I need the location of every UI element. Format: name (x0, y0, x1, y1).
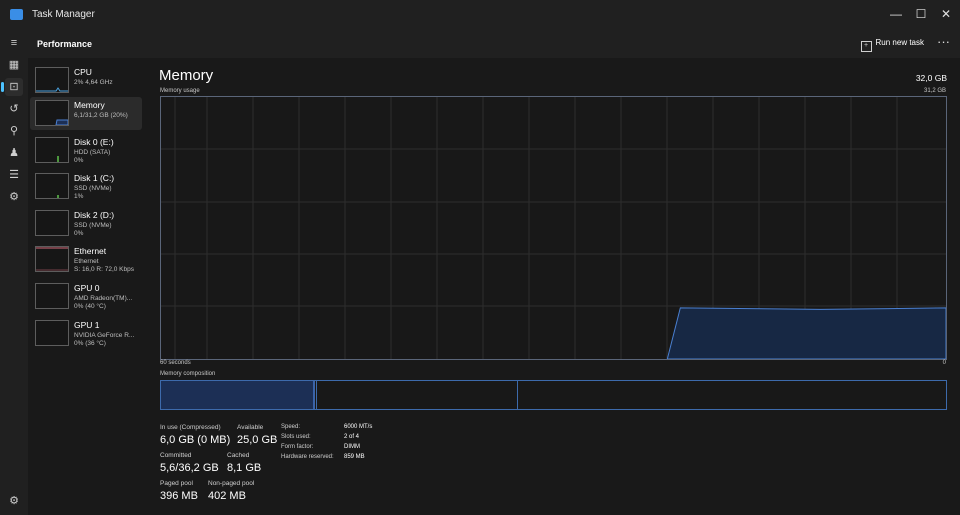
device-detail: 2% 4,64 GHz (74, 79, 113, 86)
more-options-button[interactable]: ··· (937, 34, 950, 49)
memory-composition-label: Memory composition (160, 371, 216, 377)
composition-divider (316, 381, 317, 409)
device-usage: 0% (36 °C) (74, 340, 106, 347)
memory-usage-label: Memory usage (160, 88, 200, 94)
available-label: Available (237, 424, 264, 431)
device-detail: HDD (SATA) (74, 149, 111, 156)
device-name: GPU 1 (74, 320, 100, 330)
device-usage: 1% (74, 193, 84, 200)
hamburger-icon[interactable]: ≡ (5, 34, 23, 52)
speed-label: Speed: (281, 424, 301, 430)
startup-apps-icon[interactable]: ⚲ (5, 122, 23, 140)
form-factor-label: Form factor: (281, 444, 314, 450)
paged-pool-value: 396 MB (160, 490, 198, 502)
device-usage: 0% (40 °C) (74, 303, 106, 310)
device-memory[interactable]: Memory 6,1/31,2 GB (20%) (30, 97, 142, 130)
device-name: Disk 1 (C:) (74, 173, 115, 183)
paged-pool-label: Paged pool (160, 480, 193, 487)
speed-value: 6000 MT/s (344, 424, 373, 430)
maximize-button[interactable]: ☐ (907, 3, 935, 25)
memory-thumbnail-graph (35, 100, 69, 126)
device-usage: 0% (74, 230, 84, 237)
run-new-task-button[interactable]: + Run new task (860, 38, 924, 52)
disk1-thumbnail-graph (35, 173, 69, 199)
performance-content: CPU 2% 4,64 GHz Memory 6,1/31,2 GB (20%)… (28, 58, 960, 515)
memory-usage-graph-svg (161, 97, 947, 360)
disk2-thumbnail-graph (35, 210, 69, 236)
form-factor-value: DIMM (344, 444, 360, 450)
performance-icon[interactable]: ⊡ (1, 78, 23, 96)
device-detail: Ethernet (74, 258, 99, 265)
device-disk-0[interactable]: Disk 0 (E:) HDD (SATA) 0% (30, 134, 142, 167)
device-cpu[interactable]: CPU 2% 4,64 GHz (30, 64, 142, 97)
memory-total: 32,0 GB (915, 73, 947, 83)
device-disk-1[interactable]: Disk 1 (C:) SSD (NVMe) 1% (30, 170, 142, 203)
committed-label: Committed (160, 452, 192, 459)
run-task-icon: + (860, 41, 872, 52)
hardware-reserved-label: Hardware reserved: (281, 454, 334, 460)
device-name: GPU 0 (74, 283, 100, 293)
device-name: Disk 2 (D:) (74, 210, 115, 220)
app-history-icon[interactable]: ↺ (5, 100, 23, 118)
task-manager-app-icon (10, 9, 23, 20)
services-icon[interactable]: ⚙ (5, 188, 23, 206)
non-paged-pool-label: Non-paged pool (208, 480, 255, 487)
device-usage: 0% (74, 157, 84, 164)
gpu0-thumbnail-graph (35, 283, 69, 309)
cpu-thumbnail-graph (35, 67, 69, 93)
in-use-value: 6,0 GB (0 MB) (160, 434, 231, 446)
memory-usage-max: 31,2 GB (923, 88, 946, 94)
cached-value: 8,1 GB (227, 462, 262, 474)
title-bar: Task Manager — ☐ ✕ (0, 0, 960, 30)
ethernet-thumbnail-graph (35, 246, 69, 272)
minimize-button[interactable]: — (882, 3, 910, 25)
close-button[interactable]: ✕ (932, 3, 960, 25)
graph-axis-right: 0 (942, 360, 946, 366)
device-disk-2[interactable]: Disk 2 (D:) SSD (NVMe) 0% (30, 207, 142, 240)
composition-modified (313, 381, 315, 409)
in-use-label: In use (Compressed) (160, 424, 221, 431)
device-gpu-0[interactable]: GPU 0 AMD Radeon(TM)... 0% (40 °C) (30, 280, 142, 313)
window-title: Task Manager (32, 9, 95, 20)
available-value: 25,0 GB (237, 434, 278, 446)
device-name: Ethernet (74, 246, 107, 256)
device-detail: SSD (NVMe) (74, 222, 112, 229)
disk0-thumbnail-graph (35, 137, 69, 163)
page-title: Performance (37, 39, 93, 49)
hardware-reserved-value: 859 MB (344, 454, 365, 460)
device-gpu-1[interactable]: GPU 1 NVIDIA GeForce R... 0% (36 °C) (30, 317, 142, 350)
cached-label: Cached (227, 452, 250, 459)
device-detail: AMD Radeon(TM)... (74, 295, 133, 302)
graph-axis-left: 60 seconds (160, 360, 191, 366)
device-detail: NVIDIA GeForce R... (74, 332, 135, 339)
memory-usage-area (666, 307, 947, 360)
gpu1-thumbnail-graph (35, 320, 69, 346)
device-detail: SSD (NVMe) (74, 185, 112, 192)
memory-title: Memory (159, 67, 214, 84)
device-usage: S: 16,0 R: 72,0 Kbps (74, 266, 134, 273)
device-name: Disk 0 (E:) (74, 137, 114, 147)
device-ethernet[interactable]: Ethernet Ethernet S: 16,0 R: 72,0 Kbps (30, 243, 142, 276)
composition-standby-divider (517, 381, 518, 409)
non-paged-pool-value: 402 MB (208, 490, 246, 502)
slots-used-label: Slots used: (281, 434, 311, 440)
slots-used-value: 2 of 4 (344, 434, 360, 440)
committed-value: 5,6/36,2 GB (160, 462, 219, 474)
memory-usage-graph (160, 96, 947, 360)
device-name: Memory (74, 100, 105, 110)
settings-icon[interactable]: ⚙ (5, 492, 23, 510)
page-header: Performance + Run new task ··· (28, 30, 960, 58)
processes-icon[interactable]: ▦ (5, 56, 23, 74)
composition-in-use (161, 381, 313, 409)
run-new-task-label: Run new task (875, 38, 924, 47)
device-detail: 6,1/31,2 GB (20%) (74, 112, 128, 119)
details-icon[interactable]: ☰ (5, 166, 23, 184)
navigation-rail: ≡ ▦ ⊡ ↺ ⚲ ♟ ☰ ⚙ ⚙ (0, 30, 28, 515)
users-icon[interactable]: ♟ (5, 144, 23, 162)
device-name: CPU (74, 67, 92, 77)
memory-composition-bar (160, 380, 947, 410)
